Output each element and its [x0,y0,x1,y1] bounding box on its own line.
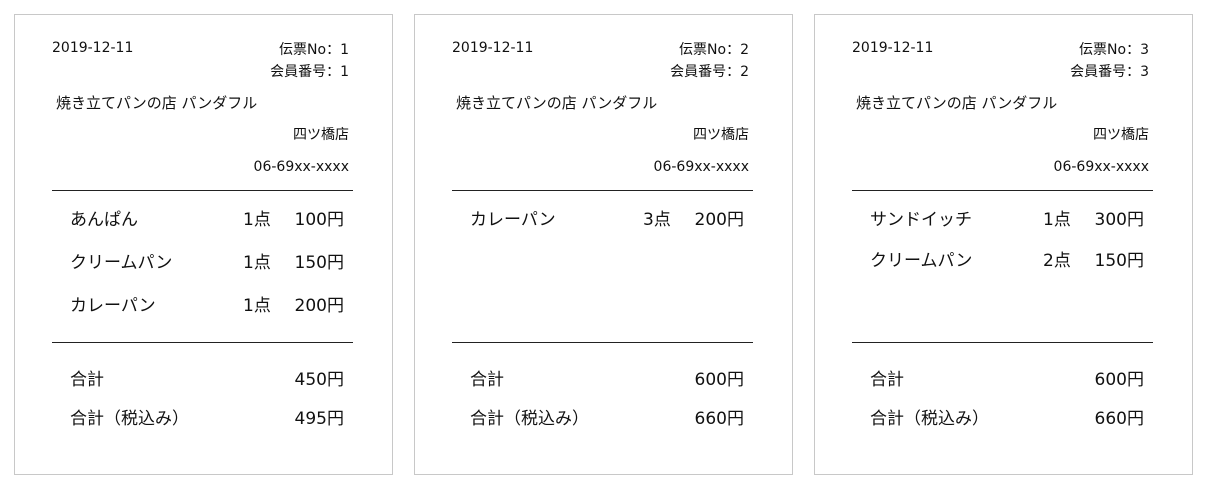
receipt-meta: 伝票No：3 会員番号：3 [1070,39,1149,83]
total-label: 合計 [470,370,504,390]
total-label: 合計 [70,370,104,390]
slip-number: 伝票No：2 [679,42,749,58]
total-amount: 600円 [1094,370,1144,390]
total-with-tax-amount: 660円 [1094,409,1144,429]
member-number: 会員番号：2 [670,64,749,80]
item-price: 100円 [294,210,344,230]
phone-number: 06-69xx-xxxx [653,159,749,175]
list-item: カレーパン 3点 200円 [470,209,744,252]
receipt-3: 2019-12-11 伝票No：3 会員番号：3 焼き立てパンの店 パンダフル … [814,14,1193,475]
total-amount: 450円 [294,370,344,390]
total-with-tax-label: 合計（税込み） [870,409,989,429]
shop-name: 焼き立てパンの店 パンダフル [856,94,1058,112]
item-price: 200円 [694,210,744,230]
item-name: クリームパン [70,253,173,273]
member-number: 会員番号：1 [270,64,349,80]
phone-number: 06-69xx-xxxx [1053,159,1149,175]
item-name: カレーパン [70,296,156,316]
total-amount: 600円 [694,370,744,390]
receipt-meta: 伝票No：2 会員番号：2 [670,39,749,83]
receipt-2: 2019-12-11 伝票No：2 会員番号：2 焼き立てパンの店 パンダフル … [414,14,793,475]
total-with-tax-label: 合計（税込み） [470,409,589,429]
receipt-date: 2019-12-11 [52,40,134,56]
list-item: サンドイッチ 1点 300円 [870,209,1144,250]
item-list: カレーパン 3点 200円 [470,209,744,252]
shop-name: 焼き立てパンの店 パンダフル [456,94,658,112]
receipt-1: 2019-12-11 伝票No：1 会員番号：1 焼き立てパンの店 パンダフル … [14,14,393,475]
item-price: 200円 [294,296,344,316]
list-item: カレーパン 1点 200円 [70,295,344,338]
divider [52,342,353,343]
item-quantity: 1点 [243,210,271,230]
item-list: あんぱん 1点 100円 クリームパン 1点 150円 カレーパン 1点 200… [70,209,344,338]
branch-name: 四ツ橋店 [1093,127,1149,143]
total-label: 合計 [870,370,904,390]
item-name: あんぱん [70,210,138,230]
item-name: クリームパン [870,251,973,271]
slip-number: 伝票No：1 [279,42,349,58]
item-list: サンドイッチ 1点 300円 クリームパン 2点 150円 [870,209,1144,291]
list-item: クリームパン 2点 150円 [870,250,1144,291]
item-name: カレーパン [470,210,556,230]
list-item: あんぱん 1点 100円 [70,209,344,252]
item-price: 150円 [1094,251,1144,271]
divider [52,190,353,191]
item-quantity: 1点 [243,253,271,273]
total-with-tax-amount: 660円 [694,409,744,429]
phone-number: 06-69xx-xxxx [253,159,349,175]
total-with-tax-amount: 495円 [294,409,344,429]
divider [852,190,1153,191]
divider [452,190,753,191]
branch-name: 四ツ橋店 [693,127,749,143]
receipt-meta: 伝票No：1 会員番号：1 [270,39,349,83]
divider [452,342,753,343]
slip-number: 伝票No：3 [1079,42,1149,58]
item-name: サンドイッチ [870,210,972,230]
branch-name: 四ツ橋店 [293,127,349,143]
member-number: 会員番号：3 [1070,64,1149,80]
item-quantity: 1点 [1043,210,1071,230]
item-quantity: 2点 [1043,251,1071,271]
item-price: 150円 [294,253,344,273]
shop-name: 焼き立てパンの店 パンダフル [56,94,258,112]
item-quantity: 3点 [643,210,671,230]
item-price: 300円 [1094,210,1144,230]
total-with-tax-label: 合計（税込み） [70,409,189,429]
list-item: クリームパン 1点 150円 [70,252,344,295]
item-quantity: 1点 [243,296,271,316]
receipt-date: 2019-12-11 [452,40,534,56]
divider [852,342,1153,343]
receipt-date: 2019-12-11 [852,40,934,56]
